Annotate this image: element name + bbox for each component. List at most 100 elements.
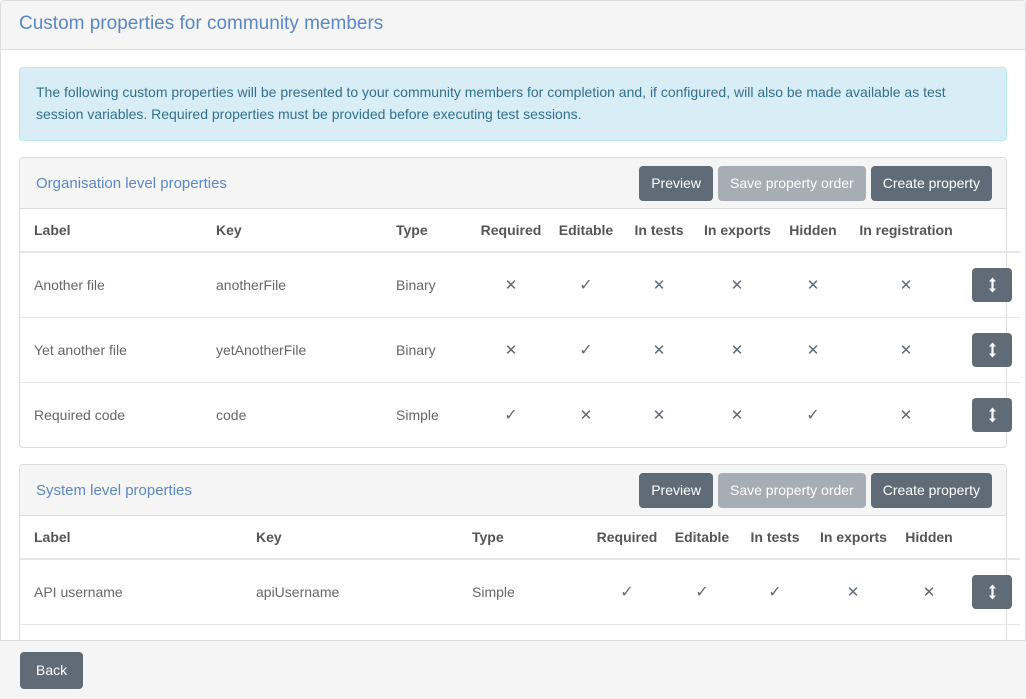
cell-type: Simple: [472, 584, 515, 601]
column-header-key: Key: [248, 516, 464, 561]
cross-icon: ✕: [806, 342, 820, 360]
preview-button-organisation[interactable]: Preview: [639, 165, 713, 201]
custom-properties-panel: Custom properties for community members …: [0, 0, 1026, 699]
cell-key: apiUsername: [256, 584, 340, 601]
create-property-button-organisation[interactable]: Create property: [870, 165, 992, 201]
cell-editable: ✓: [550, 317, 622, 383]
cell-type: Binary: [396, 277, 436, 294]
back-button[interactable]: Back: [20, 651, 84, 689]
column-header-in-tests: In tests: [622, 209, 696, 254]
drag-handle-updown-arrows-icon[interactable]: [972, 398, 1012, 433]
column-header-drag: [964, 516, 1020, 561]
cross-icon: ✕: [504, 277, 518, 295]
column-header-type: Type: [464, 516, 588, 561]
column-header-editable: Editable: [550, 209, 622, 254]
cross-icon: ✕: [730, 277, 744, 295]
check-icon: ✓: [768, 583, 782, 601]
column-header-drag: [964, 209, 1020, 254]
column-header-in-tests: In tests: [738, 516, 812, 561]
system-panel-heading: System level properties Preview Save pro…: [20, 465, 1006, 517]
cross-icon: ✕: [846, 584, 860, 602]
cell-key: anotherFile: [216, 277, 287, 294]
column-header-label: Label: [20, 209, 208, 254]
cell-hidden: ✓: [778, 382, 848, 448]
cross-icon: ✕: [730, 407, 744, 425]
cell-key: yetAnotherFile: [208, 317, 388, 383]
check-icon: ✓: [579, 276, 593, 294]
column-header-hidden: Hidden: [894, 516, 964, 561]
drag-handle-updown-arrows-icon[interactable]: [972, 575, 1012, 610]
table-row: Required code code Simple ✓ ✕ ✕ ✕ ✓ ✕: [20, 382, 1020, 448]
save-property-order-button-system[interactable]: Save property order: [717, 472, 866, 508]
organisation-panel-actions: Preview Save property order Create prope…: [639, 165, 992, 201]
organisation-level-properties-panel: Organisation level properties Preview Sa…: [19, 157, 1020, 449]
cell-in-exports: ✕: [696, 382, 778, 448]
page-header: Custom properties for community members: [1, 1, 1025, 50]
save-property-order-button-organisation[interactable]: Save property order: [717, 165, 866, 201]
drag-handle-updown-arrows-icon[interactable]: [972, 268, 1012, 303]
cell-required: ✕: [472, 252, 550, 318]
cell-label: Yet another file: [20, 317, 208, 383]
cell-required: ✕: [472, 317, 550, 383]
column-header-in-registration: In registration: [848, 209, 964, 254]
cell-label: API username: [34, 584, 123, 601]
cell-in-tests: ✕: [622, 252, 696, 318]
check-icon: ✓: [579, 341, 593, 359]
cell-key: code: [208, 382, 388, 448]
page-title: Custom properties for community members: [19, 13, 384, 34]
table-row: API username apiUsername Simple ✓ ✓ ✓ ✕ ✕: [20, 559, 1020, 625]
cell-type: Binary: [388, 317, 472, 383]
cell-in-registration: ✕: [848, 252, 964, 318]
cell-in-registration: ✕: [848, 317, 964, 383]
cell-required: ✓: [472, 382, 550, 448]
table-row: Another file anotherFile Binary ✕ ✓ ✕ ✕ ✕ ✕: [20, 252, 1020, 318]
cross-icon: ✕: [899, 342, 913, 360]
column-header-required: Required: [588, 516, 666, 561]
cell-hidden: ✕: [778, 252, 848, 318]
preview-button-system[interactable]: Preview: [639, 472, 713, 508]
create-property-button-system[interactable]: Create property: [870, 472, 992, 508]
cell-required: ✓: [588, 559, 666, 625]
cell-in-tests: ✕: [622, 382, 696, 448]
cell-editable: ✕: [550, 382, 622, 448]
cell-in-tests: ✕: [622, 317, 696, 383]
cell-hidden: ✕: [894, 559, 964, 625]
organisation-panel-title: Organisation level properties: [36, 174, 227, 192]
cell-in-exports: ✕: [696, 252, 778, 318]
organisation-panel-heading: Organisation level properties Preview Sa…: [20, 158, 1006, 210]
column-header-in-exports: In exports: [812, 516, 894, 561]
cell-in-tests: ✓: [738, 559, 812, 625]
table-header-row: Label Key Type Required Editable In test…: [20, 516, 1020, 561]
cross-icon: ✕: [899, 407, 913, 425]
info-alert: The following custom properties will be …: [19, 66, 1007, 142]
cell-hidden: ✕: [778, 317, 848, 383]
footer-bar: Back: [0, 640, 1026, 699]
cell-editable: ✓: [550, 252, 622, 318]
cell-drag-handle: [964, 317, 1020, 383]
cross-icon: ✕: [899, 277, 913, 295]
cross-icon: ✕: [579, 407, 593, 425]
cell-drag-handle: [964, 382, 1020, 448]
cross-icon: ✕: [922, 584, 936, 602]
column-header-in-exports: In exports: [696, 209, 778, 254]
cross-icon: ✕: [652, 342, 666, 360]
cell-type: Simple: [388, 382, 472, 448]
cross-icon: ✕: [806, 277, 820, 295]
column-header-hidden: Hidden: [778, 209, 848, 254]
check-icon: ✓: [620, 583, 634, 601]
drag-handle-updown-arrows-icon[interactable]: [972, 333, 1012, 368]
table-row: Yet another file yetAnotherFile Binary ✕ ✓ ✕ ✕…: [20, 317, 1020, 383]
cross-icon: ✕: [652, 407, 666, 425]
cell-in-exports: ✕: [812, 559, 894, 625]
system-panel-actions: Preview Save property order Create prope…: [639, 472, 992, 508]
cell-in-exports: ✕: [696, 317, 778, 383]
check-icon: ✓: [504, 406, 518, 424]
panel-body: The following custom properties will be …: [1, 50, 1025, 691]
table-header-row: Label Key Type Required Editable In test…: [20, 209, 1020, 254]
cell-drag-handle: [964, 559, 1020, 625]
check-icon: ✓: [695, 583, 709, 601]
organisation-properties-table: Label Key Type Required Editable In test…: [20, 209, 1020, 448]
page-root: Custom properties for community members …: [0, 0, 1026, 699]
cross-icon: ✕: [730, 342, 744, 360]
cell-editable: ✓: [666, 559, 738, 625]
